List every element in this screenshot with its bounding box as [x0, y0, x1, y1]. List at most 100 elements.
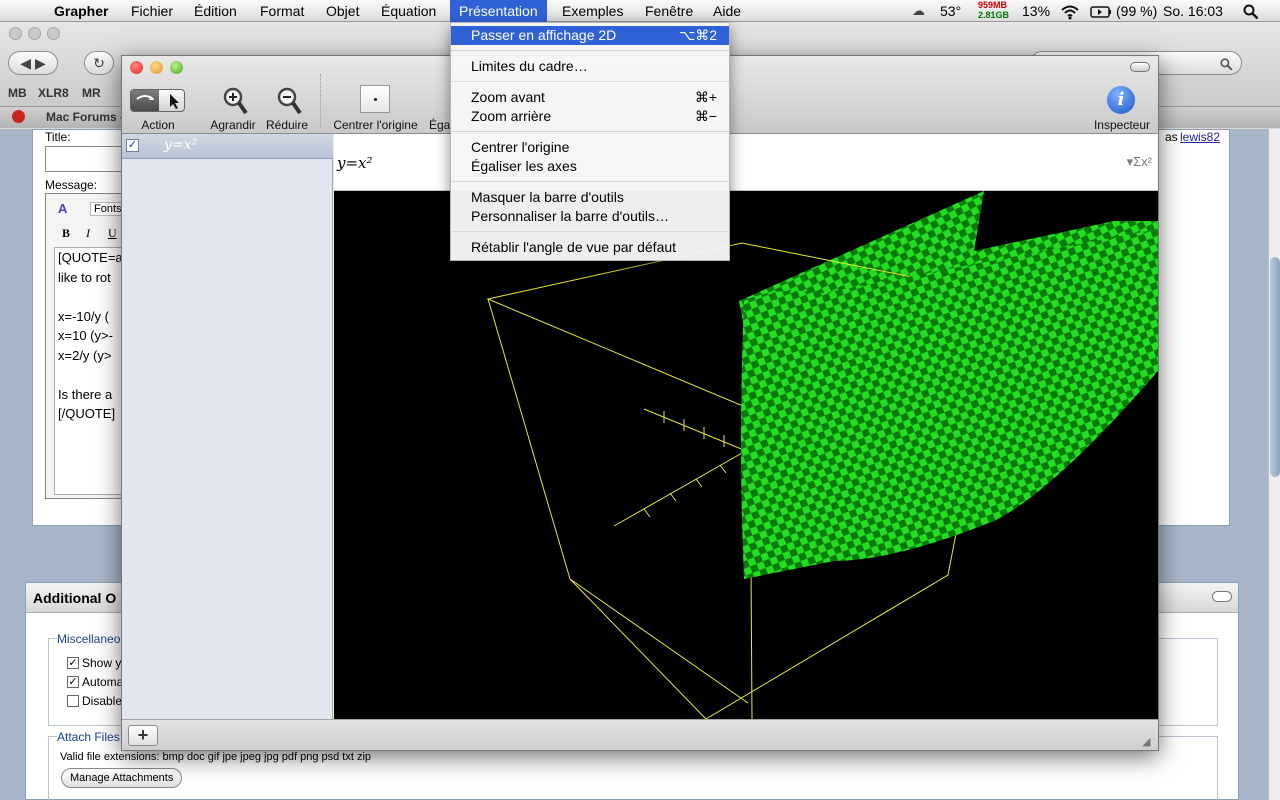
toolbar-separator — [320, 74, 321, 128]
attach-legend: Attach Files — [57, 730, 122, 744]
pointer-tool-icon[interactable] — [160, 90, 184, 111]
menu-edition[interactable]: Édition — [185, 0, 246, 22]
center-origin-label[interactable]: Centrer l'origine — [328, 118, 423, 132]
temperature-readout[interactable]: 53° — [940, 0, 961, 22]
site-favicon-icon — [12, 110, 25, 123]
page-scrollbar[interactable] — [1268, 129, 1280, 800]
equation-palette-icon[interactable]: ▾Σx² — [1127, 154, 1152, 170]
valid-extensions-text: Valid file extensions: bmp doc gif jpe j… — [60, 751, 372, 763]
menu-item-equalize-axes[interactable]: Égaliser les axes — [451, 157, 729, 176]
checkbox-label: Automa — [82, 675, 124, 689]
browser-tab[interactable]: Mac Forums - — [46, 110, 124, 124]
browser-close-button[interactable] — [9, 27, 22, 40]
spotlight-search-icon[interactable] — [1243, 0, 1259, 22]
menu-format[interactable]: Format — [251, 0, 313, 22]
weather-icon[interactable]: ☁ — [912, 0, 925, 22]
apple-icon[interactable] — [12, 0, 30, 22]
menu-item-label: Masquer la barre d'outils — [471, 189, 624, 205]
menu-equation[interactable]: Équation — [372, 0, 445, 22]
clock[interactable]: So. 16:03 — [1163, 0, 1223, 22]
menu-item-label: Centrer l'origine — [471, 139, 570, 155]
menu-item-label: Zoom avant — [471, 89, 545, 105]
equation-list-item[interactable]: ✓ y=x² — [122, 134, 333, 159]
username-link[interactable]: lewis82 — [1180, 130, 1220, 144]
menu-fichier[interactable]: Fichier — [122, 0, 182, 22]
close-button[interactable] — [130, 61, 143, 74]
inspector-icon[interactable]: i — [1107, 86, 1135, 114]
menu-item-center-origin[interactable]: Centrer l'origine — [451, 138, 729, 157]
menu-item-shortcut: ⌥⌘2 — [679, 27, 717, 43]
zoom-out-icon[interactable] — [276, 86, 302, 121]
resize-grip-icon[interactable]: ◢ — [1142, 735, 1150, 748]
presentation-menu: Passer en affichage 2D ⌥⌘2 Limites du ca… — [450, 22, 730, 261]
menu-item-switch-2d[interactable]: Passer en affichage 2D ⌥⌘2 — [451, 26, 729, 45]
grapher-bottom-bar: + ◢ — [122, 719, 1158, 750]
wifi-icon[interactable] — [1060, 0, 1080, 22]
browser-zoom-button[interactable] — [47, 27, 60, 40]
menu-item-label: Rétablir l'angle de vue par défaut — [471, 239, 677, 255]
checkbox-unchecked-icon[interactable] — [67, 695, 79, 707]
add-equation-button[interactable]: + — [128, 725, 158, 746]
font-color-icon[interactable]: A — [58, 201, 67, 216]
action-label: Action — [141, 118, 175, 132]
zoom-in-icon[interactable] — [222, 86, 248, 121]
inspector-label[interactable]: Inspecteur — [1088, 118, 1156, 132]
tick-marks — [663, 411, 725, 447]
bold-button[interactable]: B — [62, 226, 70, 241]
memory-free[interactable]: 2.81GB — [978, 10, 1009, 32]
bookmark-mb[interactable]: MB — [8, 86, 27, 100]
zoom-out-label[interactable]: Réduire — [262, 118, 312, 132]
bookmark-mr[interactable]: MR — [82, 86, 101, 100]
collapse-toggle-icon[interactable] — [1212, 591, 1232, 602]
checkbox-checked-icon[interactable]: ✓ — [67, 676, 79, 688]
menu-item-zoom-out[interactable]: Zoom arrière ⌘− — [451, 107, 729, 126]
center-origin-icon[interactable] — [360, 85, 390, 113]
battery-icon[interactable] — [1090, 0, 1112, 22]
menu-fenetre[interactable]: Fenêtre — [636, 0, 702, 22]
menu-exemples[interactable]: Exemples — [553, 0, 632, 22]
menu-item-hide-toolbar[interactable]: Masquer la barre d'outils — [451, 188, 729, 207]
menu-item-label: Passer en affichage 2D — [471, 27, 617, 43]
axis-line — [613, 452, 743, 527]
browser-minimize-button[interactable] — [28, 27, 41, 40]
minimize-button[interactable] — [150, 61, 163, 74]
reload-icon[interactable]: ↻ — [84, 51, 114, 75]
back-forward-button[interactable]: ◀ ▶ — [8, 51, 58, 75]
italic-button[interactable]: I — [86, 226, 90, 241]
action-segmented-control[interactable] — [130, 89, 185, 112]
rotate-tool-icon[interactable] — [131, 90, 159, 111]
menu-item-reset-view-angle[interactable]: Rétablir l'angle de vue par défaut — [451, 238, 729, 257]
cpu-readout[interactable]: 13% — [1022, 0, 1050, 22]
menu-item-frame-limits[interactable]: Limites du cadre… — [451, 57, 729, 76]
graph-3d-view — [486, 191, 1158, 719]
bookmark-xlr8[interactable]: XLR8 — [38, 86, 69, 100]
menu-presentation[interactable]: Présentation — [450, 0, 547, 22]
menu-item-label: Limites du cadre… — [471, 58, 588, 74]
menu-item-label: Zoom arrière — [471, 108, 552, 124]
tick-marks — [643, 464, 727, 518]
menu-app-grapher[interactable]: Grapher — [45, 0, 117, 22]
checkbox-label: Disable — [82, 694, 123, 708]
manage-attachments-button[interactable]: Manage Attachments — [61, 768, 183, 788]
equation-field[interactable]: y=x² — [337, 154, 373, 172]
toolbar-toggle-icon[interactable] — [1130, 62, 1150, 72]
equation-list-label: y=x² — [164, 137, 198, 153]
title-label: Title: — [45, 130, 71, 144]
graph-canvas[interactable] — [334, 191, 1158, 719]
menu-objet[interactable]: Objet — [317, 0, 368, 22]
underline-button[interactable]: U — [108, 226, 117, 241]
menu-item-customize-toolbar[interactable]: Personnaliser la barre d'outils… — [451, 207, 729, 226]
menu-item-shortcut: ⌘+ — [694, 89, 717, 105]
checkbox-checked-icon[interactable]: ✓ — [67, 657, 79, 669]
zoom-button[interactable] — [170, 61, 183, 74]
battery-percent[interactable]: (99 %) — [1116, 0, 1157, 22]
equation-visibility-checkbox[interactable]: ✓ — [126, 139, 139, 152]
menu-item-zoom-in[interactable]: Zoom avant ⌘+ — [451, 88, 729, 107]
equation-list: ✓ y=x² — [122, 134, 333, 719]
menu-aide[interactable]: Aide — [704, 0, 750, 22]
box-left-edges — [487, 298, 749, 704]
zoom-in-label[interactable]: Agrandir — [208, 118, 258, 132]
scrollbar-thumb[interactable] — [1270, 257, 1280, 477]
menu-separator — [451, 181, 729, 182]
menu-bar: Grapher Fichier Édition Format Objet Équ… — [0, 0, 1280, 22]
